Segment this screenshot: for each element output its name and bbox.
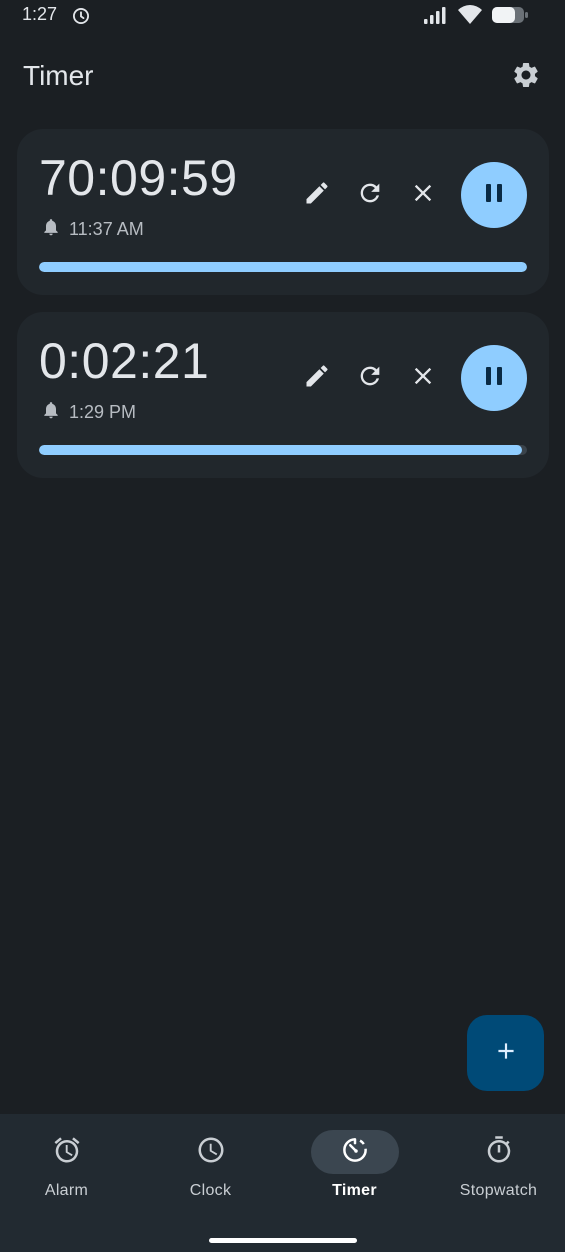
edit-timer-button[interactable] bbox=[290, 345, 343, 411]
delete-timer-button[interactable] bbox=[396, 162, 449, 228]
nav-label: Alarm bbox=[44, 1182, 89, 1199]
timer-progress-fill bbox=[39, 262, 527, 272]
clock-icon bbox=[196, 1135, 226, 1170]
home-indicator[interactable] bbox=[209, 1238, 357, 1243]
pause-icon bbox=[483, 182, 505, 209]
timer-remaining: 70:09:59 bbox=[39, 150, 238, 206]
page-title: Timer bbox=[23, 60, 94, 91]
timer-alarm-time: 11:37 AM bbox=[41, 217, 144, 242]
signal-icon bbox=[423, 5, 449, 30]
timer-card[interactable]: 70:09:59 11:37 AM bbox=[17, 129, 549, 295]
reset-timer-button[interactable] bbox=[343, 162, 396, 228]
alarm-icon bbox=[52, 1135, 82, 1170]
pause-timer-button[interactable] bbox=[461, 162, 527, 228]
wifi-icon bbox=[457, 5, 483, 30]
battery-icon bbox=[491, 5, 529, 30]
reset-timer-button[interactable] bbox=[343, 345, 396, 411]
pause-timer-button[interactable] bbox=[461, 345, 527, 411]
timer-remaining: 0:02:21 bbox=[39, 333, 210, 389]
timer-icon bbox=[340, 1135, 370, 1170]
nav-label: Stopwatch bbox=[459, 1182, 538, 1199]
status-time: 1:27 bbox=[22, 4, 58, 24]
nav-label: Clock bbox=[189, 1182, 232, 1199]
bottom-navigation: Alarm Clock Timer Stopwatch bbox=[0, 1114, 565, 1252]
settings-button[interactable] bbox=[509, 60, 543, 94]
close-icon bbox=[409, 362, 437, 395]
nav-item-timer[interactable]: Timer bbox=[284, 1130, 425, 1200]
stopwatch-icon bbox=[484, 1135, 514, 1170]
gear-icon bbox=[511, 60, 541, 95]
plus-icon bbox=[493, 1038, 519, 1069]
status-alarm-clock-icon bbox=[71, 6, 91, 31]
timer-card[interactable]: 0:02:21 1:29 PM bbox=[17, 312, 549, 478]
timer-progress-fill bbox=[39, 445, 523, 455]
edit-timer-button[interactable] bbox=[290, 162, 343, 228]
add-timer-button[interactable] bbox=[467, 1015, 544, 1091]
nav-label: Timer bbox=[332, 1182, 377, 1199]
refresh-icon bbox=[356, 362, 384, 395]
pause-icon bbox=[483, 365, 505, 392]
bell-icon bbox=[41, 400, 61, 425]
nav-item-clock[interactable]: Clock bbox=[140, 1130, 281, 1200]
timer-alarm-time: 1:29 PM bbox=[41, 400, 136, 425]
pencil-icon bbox=[303, 362, 331, 395]
status-bar: 1:27 bbox=[0, 0, 565, 34]
timer-alarm-label: 1:29 PM bbox=[69, 402, 137, 422]
nav-item-alarm[interactable]: Alarm bbox=[0, 1130, 137, 1200]
pencil-icon bbox=[303, 179, 331, 212]
close-icon bbox=[409, 179, 437, 212]
refresh-icon bbox=[356, 179, 384, 212]
delete-timer-button[interactable] bbox=[396, 345, 449, 411]
timer-progress-bar bbox=[39, 445, 527, 455]
bell-icon bbox=[41, 217, 61, 242]
timer-alarm-label: 11:37 AM bbox=[69, 219, 144, 239]
timer-progress-bar bbox=[39, 262, 527, 272]
nav-item-stopwatch[interactable]: Stopwatch bbox=[428, 1130, 565, 1200]
